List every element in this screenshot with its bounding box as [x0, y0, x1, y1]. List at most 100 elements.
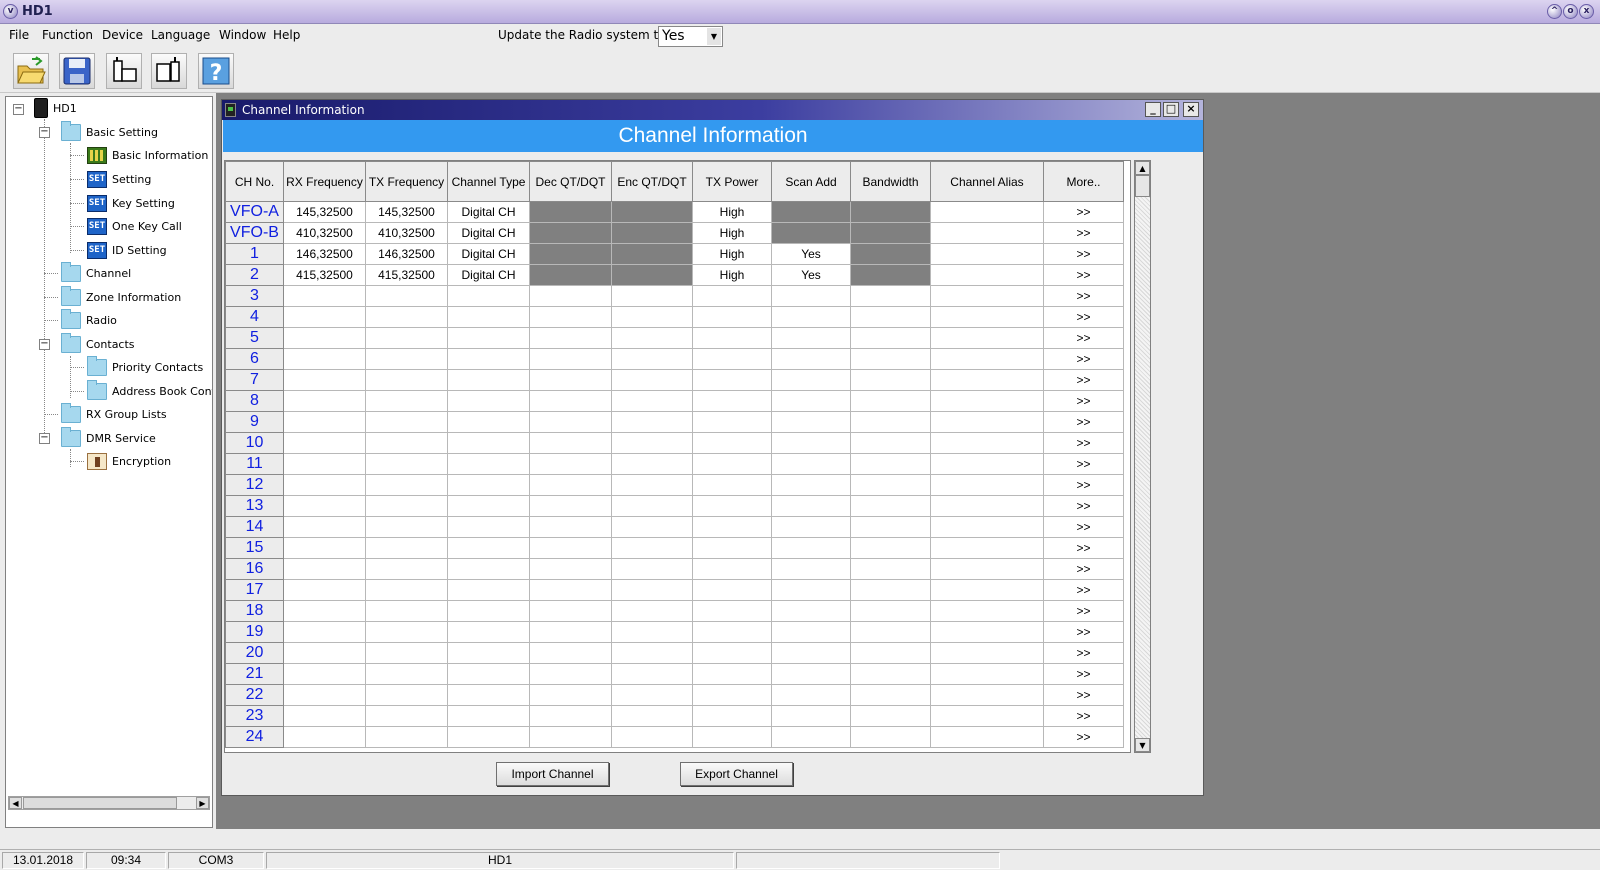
table-cell[interactable]: [447, 453, 530, 475]
scroll-down-icon[interactable]: ▼: [1135, 738, 1150, 752]
tree-node-hd1[interactable]: HD1: [34, 98, 77, 118]
table-cell[interactable]: [771, 684, 851, 706]
table-cell[interactable]: [850, 306, 931, 328]
table-cell[interactable]: [692, 432, 772, 454]
table-cell[interactable]: [771, 369, 851, 391]
table-cell[interactable]: [771, 201, 851, 223]
more-button[interactable]: >>: [1043, 222, 1124, 244]
table-cell[interactable]: [447, 663, 530, 685]
table-row[interactable]: 14 >>: [225, 516, 1124, 538]
more-button[interactable]: >>: [1043, 516, 1124, 538]
channel-number-cell[interactable]: 17: [225, 579, 284, 601]
table-row[interactable]: 5 >>: [225, 327, 1124, 349]
table-cell[interactable]: [529, 558, 612, 580]
table-cell[interactable]: [850, 537, 931, 559]
table-cell[interactable]: [529, 495, 612, 517]
write-radio-button[interactable]: [151, 53, 187, 89]
tree-node-channel[interactable]: Channel: [61, 261, 131, 283]
table-cell[interactable]: [930, 348, 1044, 370]
table-cell[interactable]: [447, 432, 530, 454]
table-cell[interactable]: [850, 369, 931, 391]
table-cell[interactable]: [850, 684, 931, 706]
channel-number-cell[interactable]: 14: [225, 516, 284, 538]
save-button[interactable]: [59, 53, 95, 89]
table-cell[interactable]: [365, 327, 448, 349]
more-button[interactable]: >>: [1043, 327, 1124, 349]
table-cell[interactable]: [611, 726, 693, 748]
channel-number-cell[interactable]: 6: [225, 348, 284, 370]
channel-number-cell[interactable]: 7: [225, 369, 284, 391]
more-button[interactable]: >>: [1043, 705, 1124, 727]
channel-number-cell[interactable]: 2: [225, 264, 284, 286]
table-cell[interactable]: Digital CH: [447, 201, 530, 223]
system-menu-icon[interactable]: v: [3, 4, 18, 19]
table-cell[interactable]: [930, 432, 1044, 454]
table-cell[interactable]: [365, 621, 448, 643]
channel-number-cell[interactable]: 24: [225, 726, 284, 748]
table-cell[interactable]: [365, 663, 448, 685]
table-cell[interactable]: [850, 621, 931, 643]
more-button[interactable]: >>: [1043, 621, 1124, 643]
read-radio-button[interactable]: [106, 53, 142, 89]
table-cell[interactable]: [611, 537, 693, 559]
child-minimize-icon[interactable]: _: [1145, 102, 1161, 117]
table-cell[interactable]: [930, 201, 1044, 223]
table-cell[interactable]: [771, 642, 851, 664]
channel-number-cell[interactable]: 13: [225, 495, 284, 517]
table-cell[interactable]: [365, 432, 448, 454]
table-cell[interactable]: [850, 558, 931, 580]
table-cell[interactable]: [771, 621, 851, 643]
table-cell[interactable]: Digital CH: [447, 243, 530, 265]
table-cell[interactable]: [930, 411, 1044, 433]
table-cell[interactable]: [692, 558, 772, 580]
table-cell[interactable]: [771, 726, 851, 748]
table-cell[interactable]: [447, 327, 530, 349]
collapse-basic-setting-icon[interactable]: −: [39, 127, 50, 138]
channel-number-cell[interactable]: VFO-A: [225, 201, 284, 223]
table-cell[interactable]: High: [692, 222, 772, 244]
table-cell[interactable]: [930, 285, 1044, 307]
table-cell[interactable]: [529, 474, 612, 496]
tree-horizontal-scrollbar[interactable]: ◀ ▶: [8, 796, 210, 810]
table-cell[interactable]: [365, 726, 448, 748]
table-cell[interactable]: [850, 327, 931, 349]
table-cell[interactable]: [283, 390, 366, 412]
table-cell[interactable]: 145,32500: [283, 201, 366, 223]
update-time-select[interactable]: Yes ▼: [658, 26, 723, 47]
table-cell[interactable]: [611, 621, 693, 643]
menu-language[interactable]: Language: [151, 28, 210, 42]
table-cell[interactable]: [850, 243, 931, 265]
more-button[interactable]: >>: [1043, 369, 1124, 391]
table-row[interactable]: 7 >>: [225, 369, 1124, 391]
table-cell[interactable]: [365, 537, 448, 559]
more-button[interactable]: >>: [1043, 201, 1124, 223]
table-cell[interactable]: [447, 684, 530, 706]
table-cell[interactable]: [529, 264, 612, 286]
table-cell[interactable]: [771, 579, 851, 601]
channel-number-cell[interactable]: 11: [225, 453, 284, 475]
table-cell[interactable]: Digital CH: [447, 222, 530, 244]
table-row[interactable]: 23 >>: [225, 705, 1124, 727]
table-cell[interactable]: [529, 516, 612, 538]
tree-node-radio[interactable]: Radio: [61, 308, 117, 330]
table-cell[interactable]: [611, 495, 693, 517]
table-cell[interactable]: [930, 222, 1044, 244]
more-button[interactable]: >>: [1043, 306, 1124, 328]
channel-number-cell[interactable]: VFO-B: [225, 222, 284, 244]
channel-number-cell[interactable]: 5: [225, 327, 284, 349]
channel-number-cell[interactable]: 9: [225, 411, 284, 433]
table-cell[interactable]: [529, 390, 612, 412]
table-cell[interactable]: [930, 516, 1044, 538]
table-cell[interactable]: Yes: [771, 264, 851, 286]
child-close-icon[interactable]: ×: [1183, 102, 1199, 117]
table-row[interactable]: 21 >>: [225, 663, 1124, 685]
tree-node-zone-information[interactable]: Zone Information: [61, 285, 181, 307]
table-cell[interactable]: [447, 285, 530, 307]
tree-node-setting[interactable]: SET Setting: [87, 169, 151, 189]
table-row[interactable]: 13 >>: [225, 495, 1124, 517]
table-cell[interactable]: [529, 453, 612, 475]
table-cell[interactable]: [611, 243, 693, 265]
table-row[interactable]: VFO-A 145,32500 145,32500 Digital CH High >>: [225, 201, 1124, 223]
table-row[interactable]: 18 >>: [225, 600, 1124, 622]
table-cell[interactable]: [771, 327, 851, 349]
